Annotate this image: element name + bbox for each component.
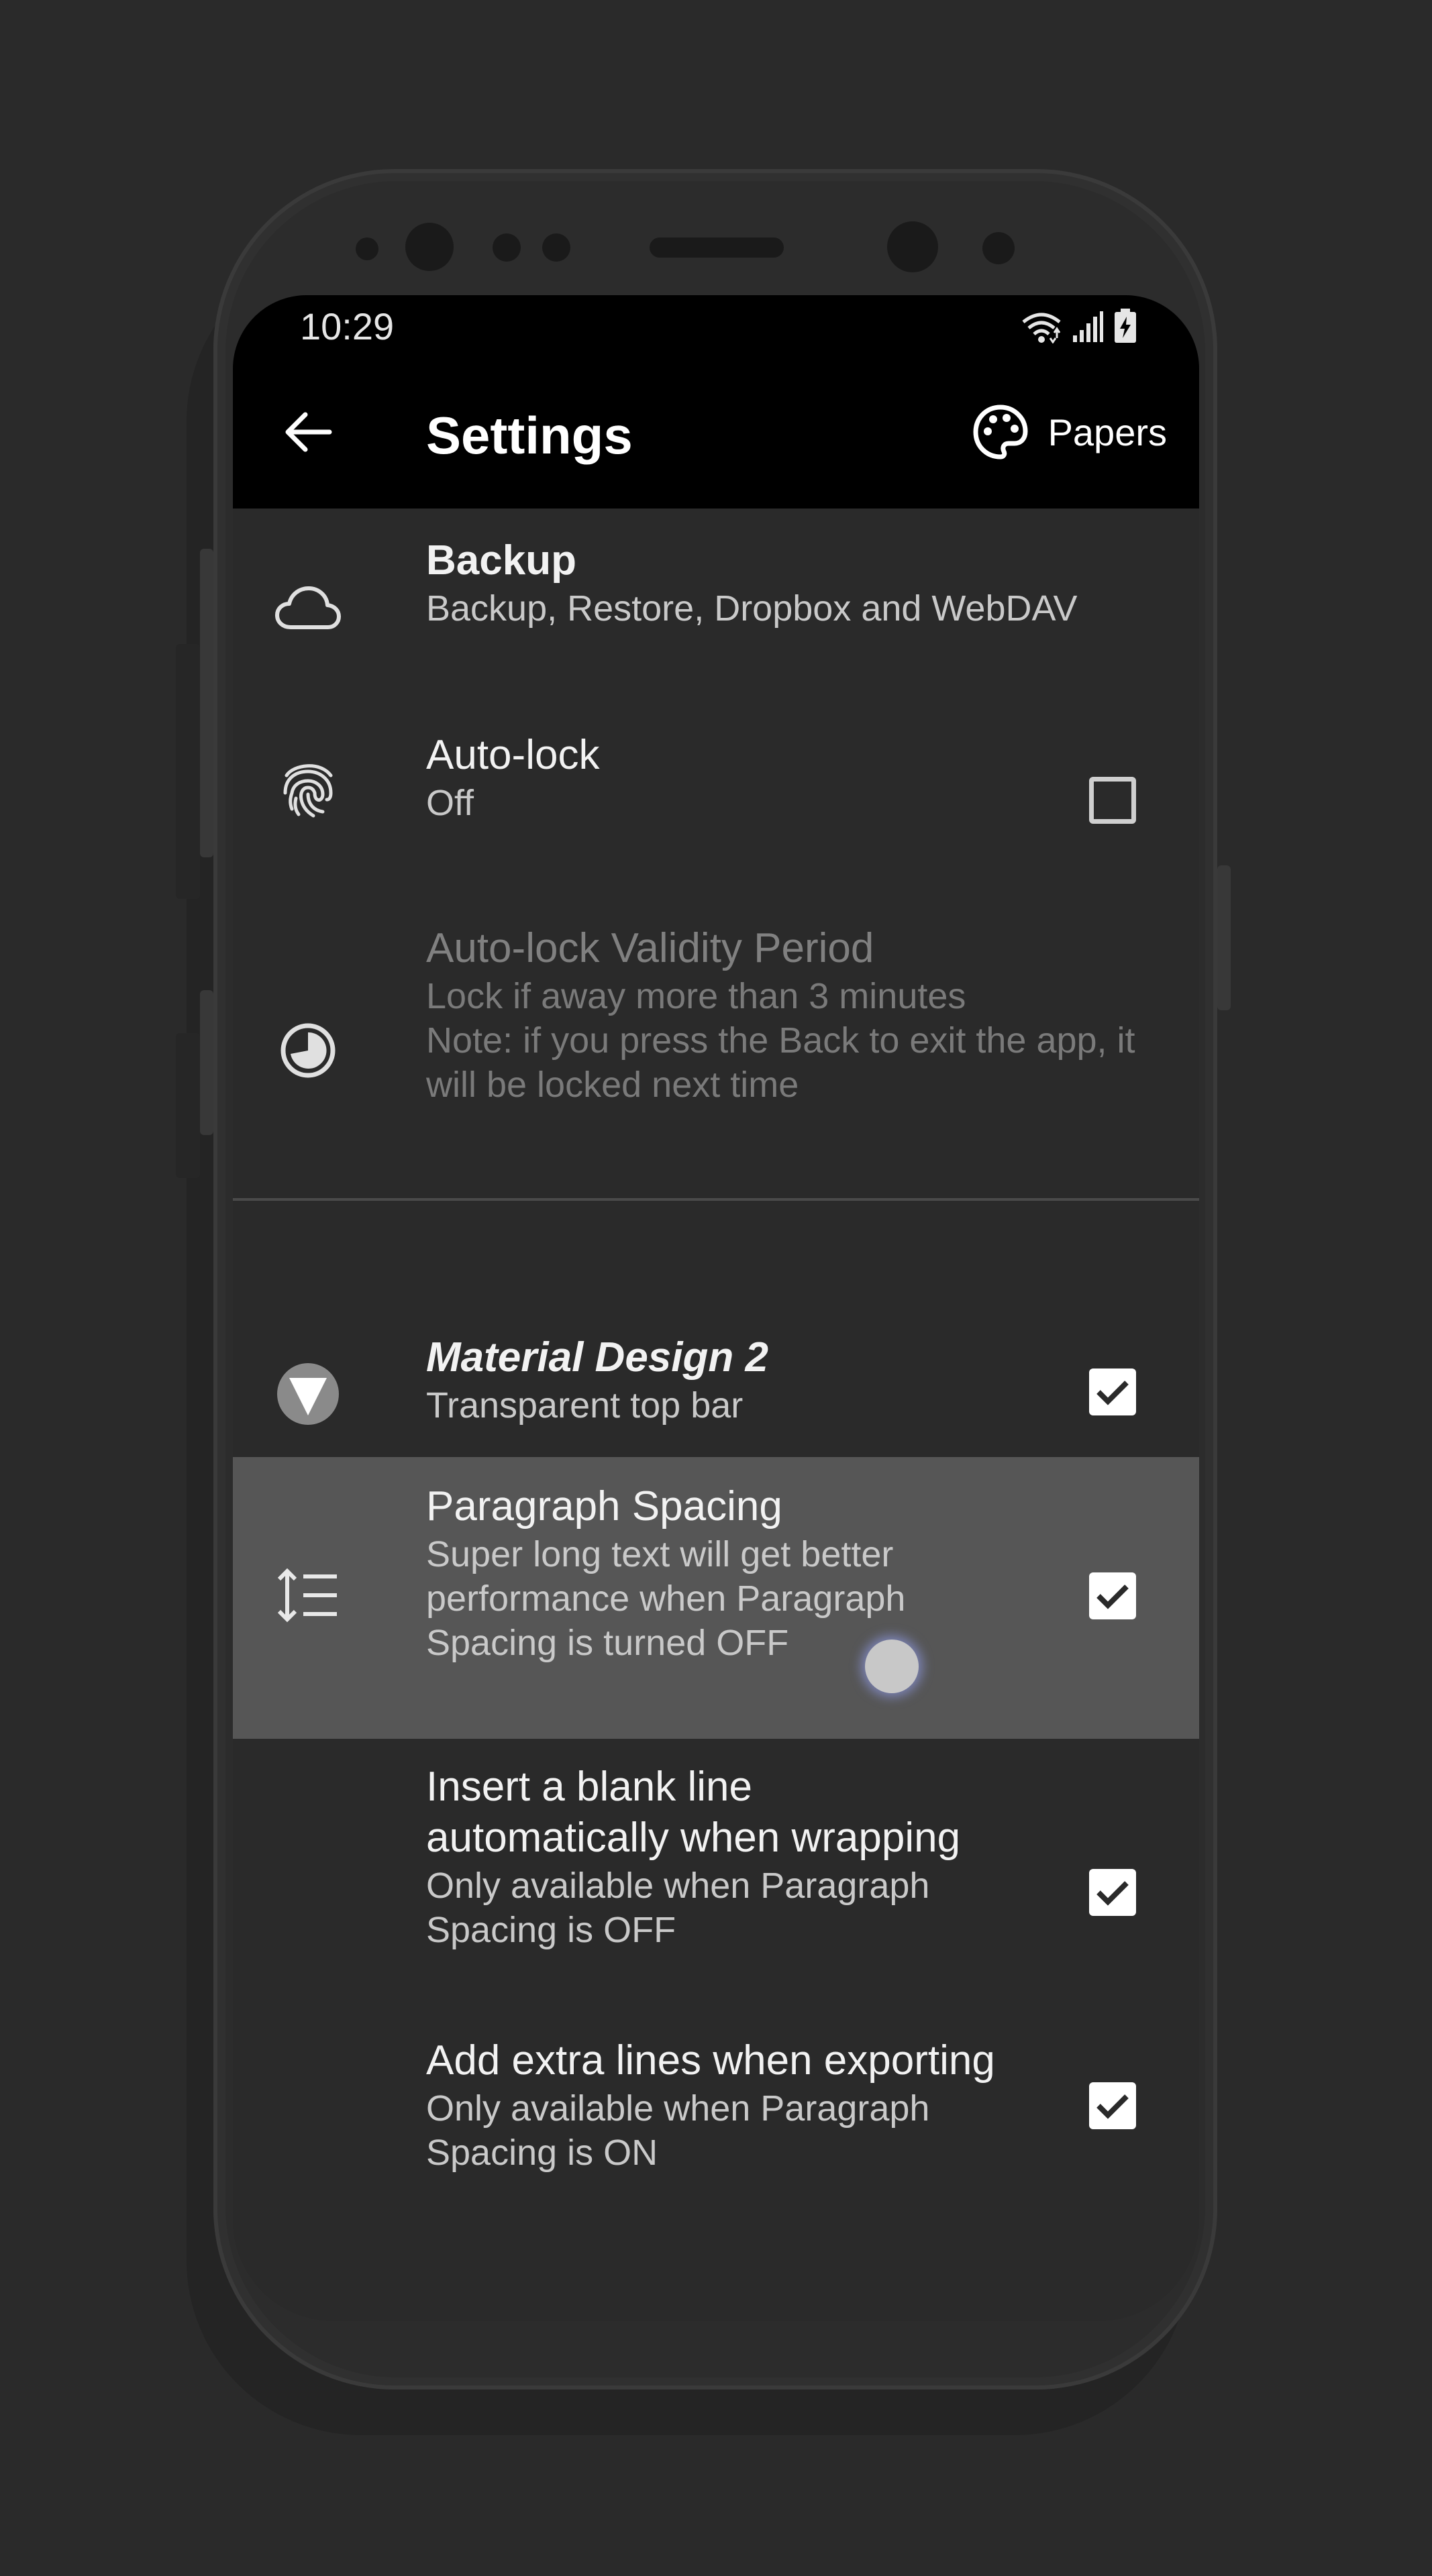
status-time: 10:29 <box>300 305 395 347</box>
side-rail-left-lower <box>176 1033 200 1178</box>
auto-lock-checkbox[interactable] <box>1089 777 1136 824</box>
material-design-icon <box>273 1359 343 1429</box>
sensor-dot <box>982 232 1015 264</box>
bixby-button <box>200 990 213 1135</box>
papers-button[interactable]: Papers <box>972 400 1167 464</box>
side-rail-left <box>176 644 200 899</box>
front-camera <box>405 223 454 271</box>
setting-title: Auto-lock <box>426 732 600 778</box>
earpiece-speaker <box>650 237 784 258</box>
setting-subtitle: Off <box>426 783 474 823</box>
setting-subtitle-line: Only available when Paragraph <box>426 2088 930 2129</box>
setting-title: Backup <box>426 537 576 584</box>
setting-title-line: automatically when wrapping <box>426 1815 961 1861</box>
setting-title: Material Design 2 <box>426 1334 768 1381</box>
setting-extra-lines-export[interactable]: Add extra lines when exporting Only avai… <box>233 2025 1199 2253</box>
palette-icon <box>973 405 1028 460</box>
iris-camera <box>887 221 938 272</box>
setting-paragraph-spacing[interactable]: Paragraph Spacing Super long text will g… <box>233 1457 1199 1739</box>
app-screen: 10:29 Settings Papers Backup Backup, Res… <box>233 295 1199 2321</box>
setting-title-line: Insert a blank line <box>426 1764 752 1810</box>
setting-auto-lock[interactable]: Auto-lock Off <box>233 703 1199 898</box>
setting-subtitle-line: Spacing is OFF <box>426 1910 676 1950</box>
setting-subtitle-line: Lock if away more than 3 minutes <box>426 976 966 1016</box>
section-divider <box>233 1198 1199 1201</box>
setting-subtitle-line: will be locked next time <box>426 1065 799 1105</box>
line-spacing-icon <box>273 1560 343 1630</box>
touch-indicator <box>865 1640 919 1693</box>
setting-subtitle-line: Super long text will get better <box>426 1534 894 1574</box>
setting-subtitle-line: performance when Paragraph <box>426 1578 906 1619</box>
signal-icon <box>1073 311 1103 342</box>
check-icon <box>1096 2094 1129 2119</box>
setting-backup[interactable]: Backup Backup, Restore, Dropbox and WebD… <box>233 508 1199 703</box>
papers-label: Papers <box>1047 411 1167 453</box>
setting-title: Add extra lines when exporting <box>426 2037 995 2084</box>
arrow-left-icon <box>285 412 332 452</box>
top-app-bar: 10:29 Settings Papers <box>233 295 1199 508</box>
setting-insert-blank-line[interactable]: Insert a blank line automatically when w… <box>233 1739 1199 2025</box>
cloud-icon <box>273 573 343 643</box>
back-button[interactable] <box>276 400 340 464</box>
battery-charging-icon <box>1115 309 1136 343</box>
power-button <box>1217 865 1231 1010</box>
setting-material-design[interactable]: Material Design 2 Transparent top bar <box>233 1334 1199 1457</box>
setting-subtitle: Backup, Restore, Dropbox and WebDAV <box>426 588 1078 629</box>
setting-title: Auto-lock Validity Period <box>426 925 874 971</box>
device-frame: 10:29 Settings Papers Backup Backup, Res… <box>0 0 1432 2576</box>
paragraph-spacing-checkbox[interactable] <box>1089 1572 1136 1619</box>
material-design-checkbox[interactable] <box>1089 1368 1136 1415</box>
insert-blank-line-checkbox[interactable] <box>1089 1869 1136 1916</box>
setting-subtitle-line: Only available when Paragraph <box>426 1866 930 1906</box>
check-icon <box>1096 1381 1129 1405</box>
wifi-icon <box>1022 313 1061 343</box>
sensor-dot <box>493 233 521 262</box>
sensor-dot <box>542 233 570 262</box>
sensor-dot <box>356 237 378 260</box>
setting-subtitle: Transparent top bar <box>426 1385 744 1426</box>
setting-auto-lock-validity: Auto-lock Validity Period Lock if away m… <box>233 898 1199 1198</box>
check-icon <box>1096 1881 1129 1906</box>
fingerprint-icon <box>273 755 343 825</box>
setting-subtitle-line: Spacing is turned OFF <box>426 1623 789 1663</box>
setting-subtitle-line: Spacing is ON <box>426 2133 658 2173</box>
timer-icon <box>273 1016 343 1085</box>
setting-title: Paragraph Spacing <box>426 1483 782 1529</box>
check-icon <box>1096 1585 1129 1609</box>
status-icons <box>1021 309 1137 343</box>
extra-lines-export-checkbox[interactable] <box>1089 2082 1136 2129</box>
page-title: Settings <box>426 406 633 465</box>
setting-subtitle-line: Note: if you press the Back to exit the … <box>426 1020 1135 1061</box>
volume-button <box>200 549 213 857</box>
